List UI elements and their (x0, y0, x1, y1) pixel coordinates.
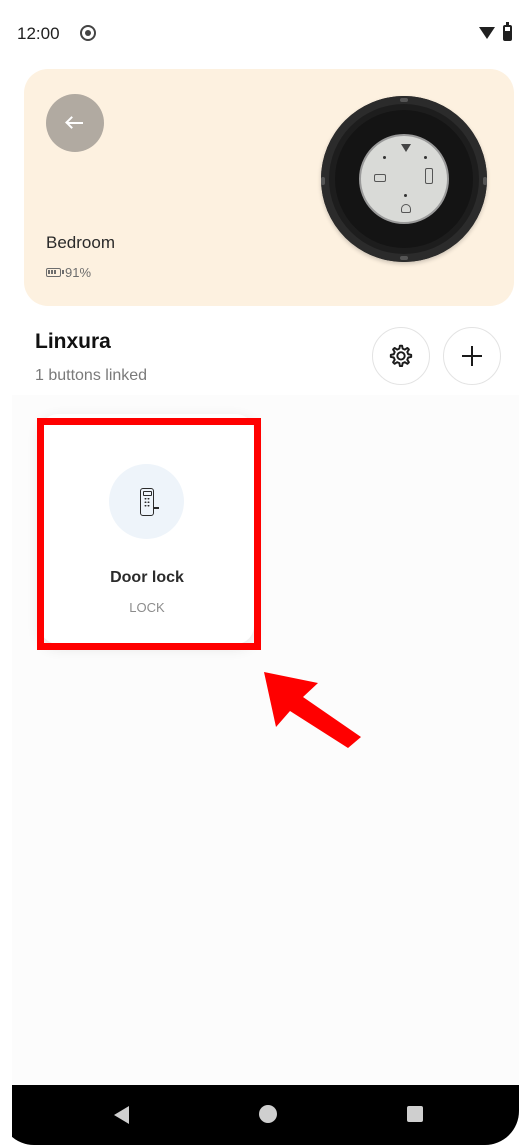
cast-icon (80, 25, 96, 41)
battery-icon (46, 268, 64, 277)
back-button[interactable] (46, 94, 104, 152)
gear-icon (389, 344, 413, 368)
battery-percentage: 91% (65, 265, 92, 280)
status-time: 12:00 (17, 24, 60, 43)
add-button[interactable] (443, 327, 501, 385)
phone-screen: 12:00 Bedroom 91% Linxura 1 buttons link… (0, 0, 519, 1145)
annotation-highlight-box (37, 418, 261, 650)
battery-level: 91% (46, 265, 91, 280)
nav-recents-icon[interactable] (407, 1106, 423, 1122)
arrow-left-icon (65, 116, 84, 130)
device-hero-card: Bedroom 91% (24, 69, 514, 306)
battery-status-icon (503, 22, 512, 41)
navigation-bar (12, 1085, 519, 1145)
section-title: Linxura (35, 330, 111, 353)
settings-button[interactable] (372, 327, 430, 385)
room-name: Bedroom (46, 233, 115, 252)
nav-back-icon[interactable] (114, 1106, 129, 1124)
nav-home-icon[interactable] (259, 1105, 277, 1123)
plus-icon (462, 346, 482, 366)
status-bar: 12:00 (0, 0, 519, 64)
linked-count: 1 buttons linked (35, 367, 148, 384)
device-dial (359, 134, 449, 224)
device-image (321, 96, 487, 262)
wifi-icon (479, 27, 495, 39)
